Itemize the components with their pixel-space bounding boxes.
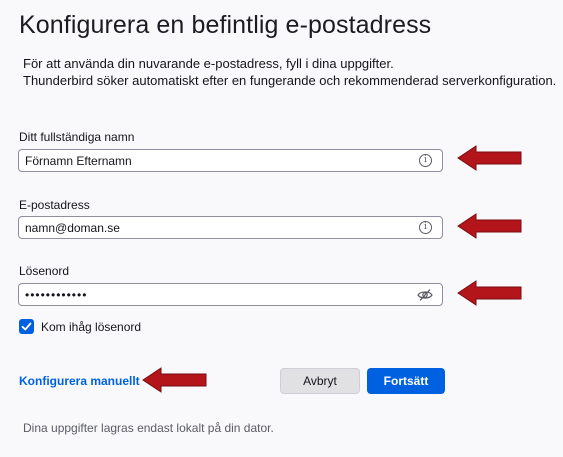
red-arrow-icon bbox=[457, 213, 522, 239]
privacy-note: Dina uppgifter lagras endast lokalt på d… bbox=[23, 421, 274, 435]
configure-manually-link[interactable]: Konfigurera manuellt bbox=[19, 374, 140, 388]
red-arrow-icon bbox=[457, 280, 522, 306]
name-label: Ditt fullständiga namn bbox=[19, 130, 135, 144]
email-label: E-postadress bbox=[19, 198, 90, 212]
remember-password-checkbox[interactable] bbox=[19, 319, 34, 334]
password-input[interactable] bbox=[25, 287, 405, 303]
name-field[interactable]: i bbox=[18, 149, 443, 172]
checkmark-icon bbox=[21, 322, 32, 331]
name-input[interactable] bbox=[25, 153, 405, 169]
page-title: Konfigurera en befintlig e-postadress bbox=[19, 11, 432, 39]
email-field[interactable]: i bbox=[18, 216, 443, 239]
cancel-button[interactable]: Avbryt bbox=[280, 368, 360, 394]
info-icon[interactable]: i bbox=[419, 221, 432, 234]
email-input[interactable] bbox=[25, 220, 405, 236]
info-icon[interactable]: i bbox=[419, 154, 432, 167]
description-line-1: För att använda din nuvarande e-postadre… bbox=[23, 56, 394, 71]
remember-password-label[interactable]: Kom ihåg lösenord bbox=[41, 320, 141, 334]
description-line-2: Thunderbird söker automatiskt efter en f… bbox=[23, 73, 557, 88]
password-field[interactable] bbox=[18, 283, 443, 306]
red-arrow-icon bbox=[142, 367, 207, 393]
continue-button[interactable]: Fortsätt bbox=[367, 368, 445, 394]
eye-slash-icon[interactable] bbox=[417, 288, 433, 302]
password-label: Lösenord bbox=[19, 264, 70, 278]
red-arrow-icon bbox=[457, 145, 522, 171]
page-description: För att använda din nuvarande e-postadre… bbox=[23, 55, 563, 89]
